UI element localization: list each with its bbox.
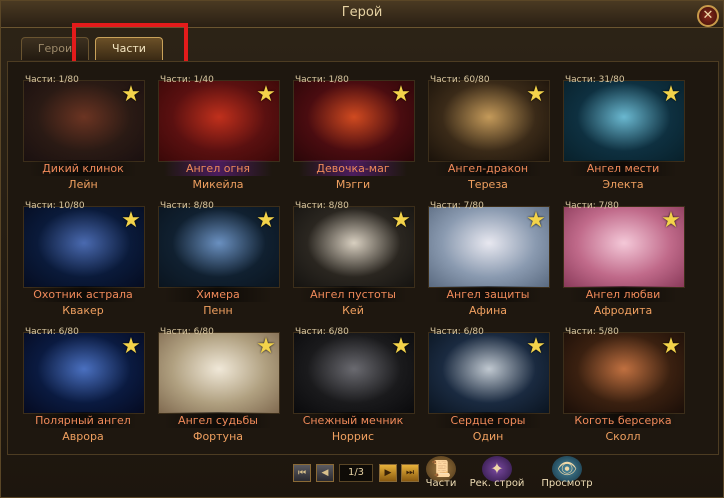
hero-card[interactable]: Части: 6/80 ★ Полярный ангел Аврора: [19, 326, 147, 446]
page-indicator: 1/3: [339, 464, 373, 482]
star-badge-icon: ★: [391, 334, 411, 359]
hero-title: Полярный ангел: [35, 414, 131, 427]
parts-count: Части: 10/80: [25, 201, 85, 211]
hero-card[interactable]: Части: 8/80 ★ Химера Пенн: [154, 200, 282, 320]
star-badge-icon: ★: [256, 208, 276, 233]
star-badge-icon: ★: [526, 334, 546, 359]
hero-title: Девочка-маг: [316, 162, 390, 175]
star-badge-icon: ★: [391, 82, 411, 107]
hero-name: Лейн: [68, 178, 98, 191]
close-button[interactable]: ✕: [697, 5, 719, 27]
star-badge-icon: ★: [121, 208, 141, 233]
footer-bar: ⏮ ◀ 1/3 ▶ ⏭ 📜 Части ✦ Рек. строй 👁 Просм…: [1, 456, 723, 496]
hero-card[interactable]: Части: 1/80 ★ Девочка-маг Мэгги: [289, 74, 417, 194]
star-badge-icon: ★: [526, 208, 546, 233]
hero-window: Герой ✕ Герои Части Части: 1/80 ★ Дикий кл…: [0, 0, 724, 498]
hero-card[interactable]: Части: 10/80 ★ Охотник астрала Квакер: [19, 200, 147, 320]
next-page-icon: ▶: [384, 468, 392, 478]
star-badge-icon: ★: [121, 82, 141, 107]
hero-title: Охотник астрала: [33, 288, 133, 301]
hero-name: Мэгги: [335, 178, 371, 191]
hero-title: Ангел любви: [585, 288, 661, 301]
hero-card[interactable]: Части: 60/80 ★ Ангел-дракон Тереза: [424, 74, 552, 194]
next-page-button[interactable]: ▶: [379, 464, 397, 482]
window-titlebar: Герой: [1, 1, 723, 28]
star-badge-icon: ★: [256, 334, 276, 359]
hero-title: Дикий клинок: [42, 162, 124, 175]
tab-heroes[interactable]: Герои: [21, 37, 89, 60]
tab-parts[interactable]: Части: [95, 37, 163, 60]
hero-title: Ангел мести: [586, 162, 660, 175]
hero-title: Ангел-дракон: [447, 162, 529, 175]
window-title: Герой: [341, 5, 383, 20]
first-page-button[interactable]: ⏮: [293, 464, 311, 482]
parts-count: Части: 6/80: [25, 327, 79, 337]
star-badge-icon: ★: [121, 334, 141, 359]
parts-count: Части: 5/80: [565, 327, 619, 337]
hero-name: Квакер: [62, 304, 104, 317]
hero-name: Фортуна: [192, 430, 244, 443]
first-page-icon: ⏮: [297, 468, 307, 478]
hero-title: Ангел судьбы: [178, 414, 258, 427]
recommended-formation-button[interactable]: ✦ Рек. строй: [467, 456, 527, 489]
hero-name: Аврора: [62, 430, 104, 443]
view-action-button[interactable]: 👁 Просмотр: [537, 456, 597, 489]
star-badge-icon: ★: [391, 208, 411, 233]
hero-title: Коготь берсерка: [574, 414, 672, 427]
hero-name: Тереза: [468, 178, 508, 191]
parts-count: Части: 8/80: [295, 201, 349, 211]
hero-title: Снежный мечник: [302, 414, 404, 427]
view-action-label: Просмотр: [541, 478, 593, 489]
hero-card[interactable]: Части: 6/80 ★ Снежный мечник Норрис: [289, 326, 417, 446]
hero-name: Электа: [602, 178, 644, 191]
parts-count: Части: 7/80: [565, 201, 619, 211]
hero-card[interactable]: Части: 7/80 ★ Ангел защиты Афина: [424, 200, 552, 320]
hero-card[interactable]: Части: 7/80 ★ Ангел любви Афродита: [559, 200, 687, 320]
close-icon: ✕: [702, 8, 714, 23]
hero-card[interactable]: Части: 1/80 ★ Дикий клинок Лейн: [19, 74, 147, 194]
parts-count: Части: 7/80: [430, 201, 484, 211]
formation-action-label: Рек. строй: [469, 478, 525, 489]
parts-action-label: Части: [425, 478, 457, 489]
star-badge-icon: ★: [661, 334, 681, 359]
parts-count: Части: 1/80: [295, 75, 349, 85]
star-badge-icon: ★: [661, 208, 681, 233]
parts-count: Части: 31/80: [565, 75, 625, 85]
hero-title: Сердце горы: [450, 414, 526, 427]
parts-count: Части: 1/40: [160, 75, 214, 85]
hero-name: Норрис: [331, 430, 375, 443]
parts-action-button[interactable]: 📜 Части: [421, 456, 461, 489]
parts-count: Части: 8/80: [160, 201, 214, 211]
hero-name: Один: [472, 430, 504, 443]
hero-name: Микейла: [192, 178, 244, 191]
hero-title: Ангел защиты: [446, 288, 530, 301]
hero-card[interactable]: Части: 6/80 ★ Ангел судьбы Фортуна: [154, 326, 282, 446]
star-badge-icon: ★: [256, 82, 276, 107]
hero-name: Пенн: [203, 304, 233, 317]
hero-name: Афродита: [593, 304, 653, 317]
hero-name: Сколл: [605, 430, 641, 443]
last-page-icon: ⏭: [405, 468, 415, 478]
hero-title: Химера: [196, 288, 240, 301]
hero-title: Ангел огня: [185, 162, 251, 175]
hero-card[interactable]: Части: 6/80 ★ Сердце горы Один: [424, 326, 552, 446]
prev-page-button[interactable]: ◀: [316, 464, 334, 482]
hero-card[interactable]: Части: 5/80 ★ Коготь берсерка Сколл: [559, 326, 687, 446]
parts-count: Части: 6/80: [160, 327, 214, 337]
star-badge-icon: ★: [526, 82, 546, 107]
star-badge-icon: ★: [661, 82, 681, 107]
hero-title: Ангел пустоты: [310, 288, 396, 301]
hero-card[interactable]: Части: 8/80 ★ Ангел пустоты Кей: [289, 200, 417, 320]
parts-count: Части: 60/80: [430, 75, 490, 85]
hero-name: Афина: [468, 304, 507, 317]
last-page-button[interactable]: ⏭: [401, 464, 419, 482]
hero-card[interactable]: Части: 31/80 ★ Ангел мести Электа: [559, 74, 687, 194]
parts-count: Части: 6/80: [295, 327, 349, 337]
parts-count: Части: 1/80: [25, 75, 79, 85]
prev-page-icon: ◀: [321, 468, 329, 478]
parts-count: Части: 6/80: [430, 327, 484, 337]
hero-name: Кей: [342, 304, 364, 317]
hero-card[interactable]: Части: 1/40 ★ Ангел огня Микейла: [154, 74, 282, 194]
